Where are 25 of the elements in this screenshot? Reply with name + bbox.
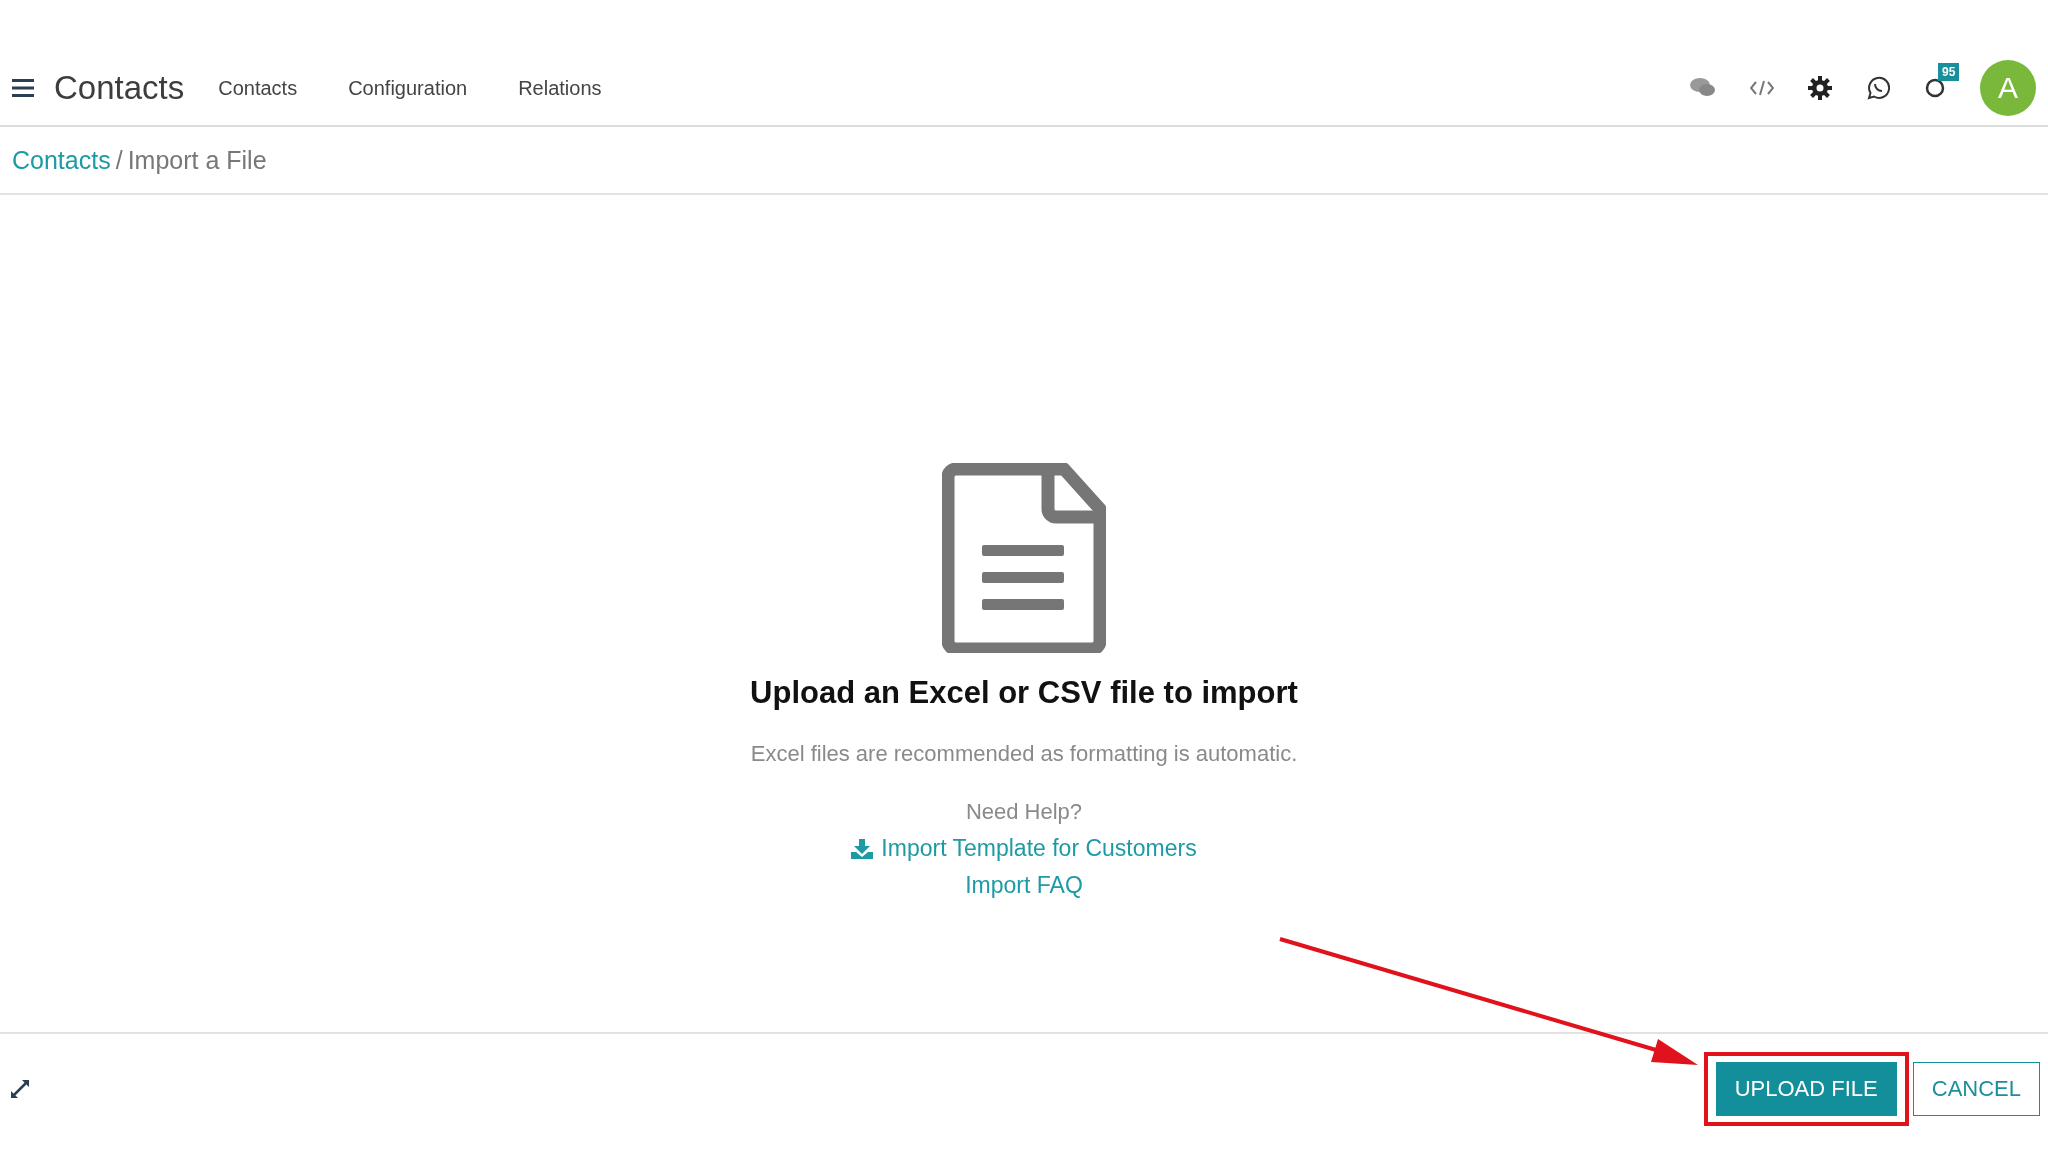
phone-chat-icon[interactable] bbox=[1866, 76, 1890, 100]
menu-item[interactable]: Contacts bbox=[218, 76, 298, 100]
app-title: Contacts bbox=[54, 69, 185, 107]
menu-item[interactable]: Configuration bbox=[348, 76, 468, 100]
menu-item[interactable]: Relations bbox=[518, 76, 602, 100]
code-icon[interactable] bbox=[1750, 80, 1774, 96]
download-icon bbox=[851, 838, 874, 859]
menu-icon[interactable] bbox=[12, 78, 34, 98]
breadcrumb-separator: / bbox=[115, 145, 123, 175]
notification-badge: 95 bbox=[1938, 63, 1960, 81]
settings-icon[interactable] bbox=[1808, 76, 1832, 100]
help-label: Need Help? bbox=[965, 799, 1083, 825]
upload-file-button[interactable]: UPLOAD FILE bbox=[1715, 1062, 1897, 1116]
document-icon bbox=[942, 463, 1106, 653]
upload-title: Upload an Excel or CSV file to import bbox=[750, 675, 1298, 711]
cancel-button[interactable]: CANCEL bbox=[1912, 1062, 2040, 1116]
breadcrumb-link[interactable]: Contacts bbox=[12, 145, 111, 175]
user-avatar[interactable]: A bbox=[1980, 60, 2036, 116]
clock-icon[interactable] bbox=[1924, 77, 1946, 99]
chat-icon[interactable] bbox=[1690, 77, 1716, 99]
upload-hint: Excel files are recommended as formatting is automatic. bbox=[750, 741, 1298, 767]
expand-icon[interactable] bbox=[10, 1079, 30, 1099]
template-download-link[interactable]: Import Template for Customers bbox=[851, 835, 1197, 862]
faq-link[interactable]: Import FAQ bbox=[965, 872, 1083, 899]
breadcrumb-current: Import a File bbox=[127, 145, 267, 175]
